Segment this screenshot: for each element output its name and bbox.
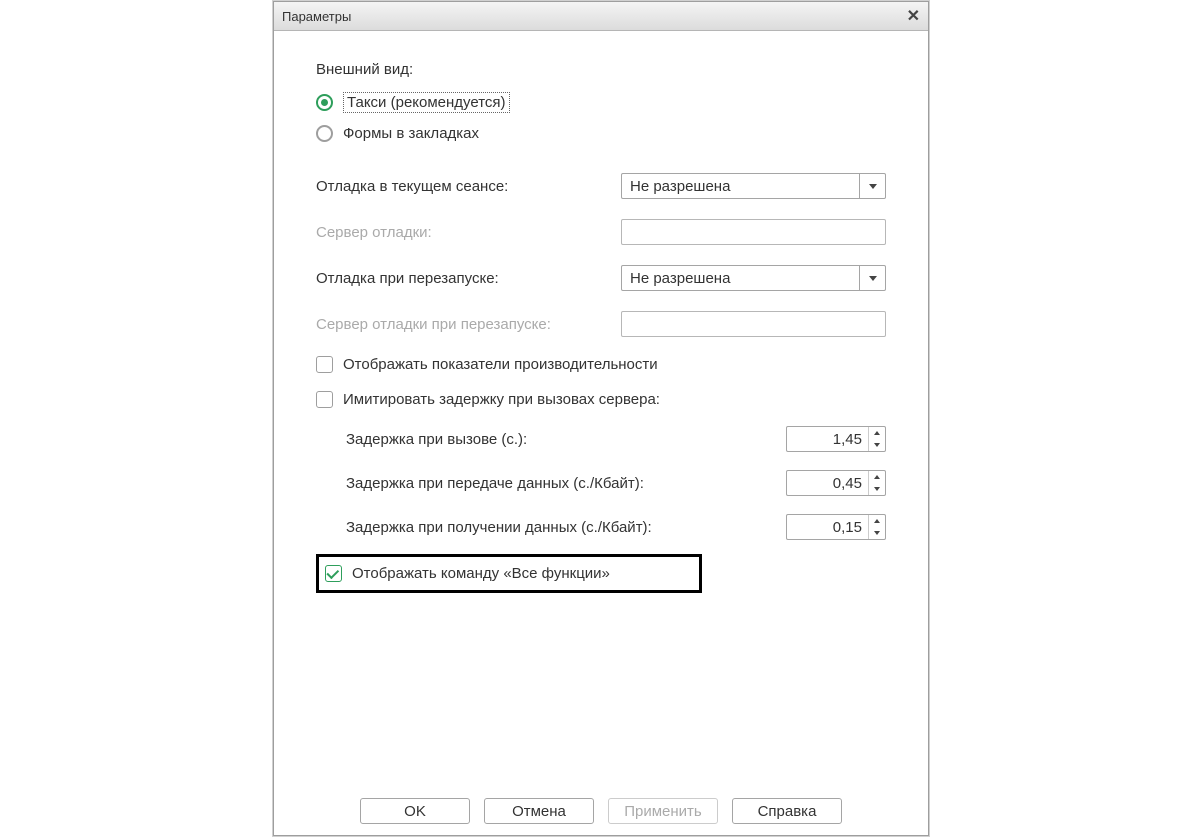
radio-taxi-label: Такси (рекомендуется) xyxy=(343,92,510,113)
delay-recv-row: Задержка при получении данных (с./Кбайт)… xyxy=(346,514,886,540)
titlebar: Параметры ✕ xyxy=(274,2,928,31)
delay-recv-label: Задержка при получении данных (с./Кбайт)… xyxy=(346,519,786,536)
stepper-down-icon[interactable] xyxy=(869,527,885,539)
imitate-check-row[interactable]: Имитировать задержку при вызовах сервера… xyxy=(316,391,886,408)
debug-server-label: Сервер отладки: xyxy=(316,224,621,241)
dialog-footer: OK Отмена Применить Справка xyxy=(274,787,928,835)
delay-send-value[interactable]: 0,45 xyxy=(787,471,868,495)
perf-check-label: Отображать показатели производительности xyxy=(343,356,658,373)
parameters-dialog: Параметры ✕ Внешний вид: Такси (рекоменд… xyxy=(273,1,929,836)
cancel-button[interactable]: Отмена xyxy=(484,798,594,824)
radio-forms-row[interactable]: Формы в закладках xyxy=(316,125,886,142)
help-button[interactable]: Справка xyxy=(732,798,842,824)
apply-button[interactable]: Применить xyxy=(608,798,718,824)
debug-current-combo[interactable]: Не разрешена xyxy=(621,173,886,199)
radio-taxi-row[interactable]: Такси (рекомендуется) xyxy=(316,92,886,113)
ok-button[interactable]: OK xyxy=(360,798,470,824)
allfunc-highlight: Отображать команду «Все функции» xyxy=(316,554,702,593)
debug-server-input[interactable] xyxy=(621,219,886,245)
allfunc-checkbox[interactable] xyxy=(325,565,342,582)
perf-check-row[interactable]: Отображать показатели производительности xyxy=(316,356,886,373)
debug-server-restart-input[interactable] xyxy=(621,311,886,337)
debug-server-row: Сервер отладки: xyxy=(316,218,886,246)
debug-restart-label: Отладка при перезапуске: xyxy=(316,270,621,287)
imitate-check-label: Имитировать задержку при вызовах сервера… xyxy=(343,391,660,408)
delay-send-row: Задержка при передаче данных (с./Кбайт):… xyxy=(346,470,886,496)
delay-send-spinner[interactable]: 0,45 xyxy=(786,470,886,496)
debug-restart-combo[interactable]: Не разрешена xyxy=(621,265,886,291)
chevron-down-icon xyxy=(869,184,877,189)
dialog-content: Внешний вид: Такси (рекомендуется) Формы… xyxy=(274,31,928,787)
delay-call-label: Задержка при вызове (с.): xyxy=(346,431,786,448)
stepper-up-icon[interactable] xyxy=(869,515,885,527)
delay-call-value[interactable]: 1,45 xyxy=(787,427,868,451)
debug-current-value[interactable]: Не разрешена xyxy=(621,173,860,199)
delay-rows: Задержка при вызове (с.): 1,45 Задержка … xyxy=(346,426,886,540)
radio-taxi-icon[interactable] xyxy=(316,94,333,111)
stepper-down-icon[interactable] xyxy=(869,439,885,451)
debug-restart-row: Отладка при перезапуске: Не разрешена xyxy=(316,264,886,292)
debug-current-dropdown-button[interactable] xyxy=(860,173,886,199)
delay-recv-spinner[interactable]: 0,15 xyxy=(786,514,886,540)
stepper-down-icon[interactable] xyxy=(869,483,885,495)
delay-call-stepper[interactable] xyxy=(868,427,885,451)
allfunc-check-row[interactable]: Отображать команду «Все функции» xyxy=(325,565,693,582)
debug-restart-value[interactable]: Не разрешена xyxy=(621,265,860,291)
debug-server-restart-label: Сервер отладки при перезапуске: xyxy=(316,316,621,333)
debug-current-row: Отладка в текущем сеансе: Не разрешена xyxy=(316,172,886,200)
debug-server-restart-row: Сервер отладки при перезапуске: xyxy=(316,310,886,338)
delay-send-label: Задержка при передаче данных (с./Кбайт): xyxy=(346,475,786,492)
radio-forms-icon[interactable] xyxy=(316,125,333,142)
chevron-down-icon xyxy=(869,276,877,281)
delay-send-stepper[interactable] xyxy=(868,471,885,495)
radio-forms-label: Формы в закладках xyxy=(343,125,479,142)
perf-checkbox[interactable] xyxy=(316,356,333,373)
delay-recv-value[interactable]: 0,15 xyxy=(787,515,868,539)
delay-recv-stepper[interactable] xyxy=(868,515,885,539)
delay-call-spinner[interactable]: 1,45 xyxy=(786,426,886,452)
allfunc-check-label: Отображать команду «Все функции» xyxy=(352,565,610,582)
stepper-up-icon[interactable] xyxy=(869,471,885,483)
delay-call-row: Задержка при вызове (с.): 1,45 xyxy=(346,426,886,452)
close-icon[interactable]: ✕ xyxy=(907,6,920,26)
debug-current-label: Отладка в текущем сеансе: xyxy=(316,178,621,195)
appearance-section-label: Внешний вид: xyxy=(316,61,886,78)
imitate-checkbox[interactable] xyxy=(316,391,333,408)
stepper-up-icon[interactable] xyxy=(869,427,885,439)
window-title: Параметры xyxy=(282,9,351,24)
debug-restart-dropdown-button[interactable] xyxy=(860,265,886,291)
